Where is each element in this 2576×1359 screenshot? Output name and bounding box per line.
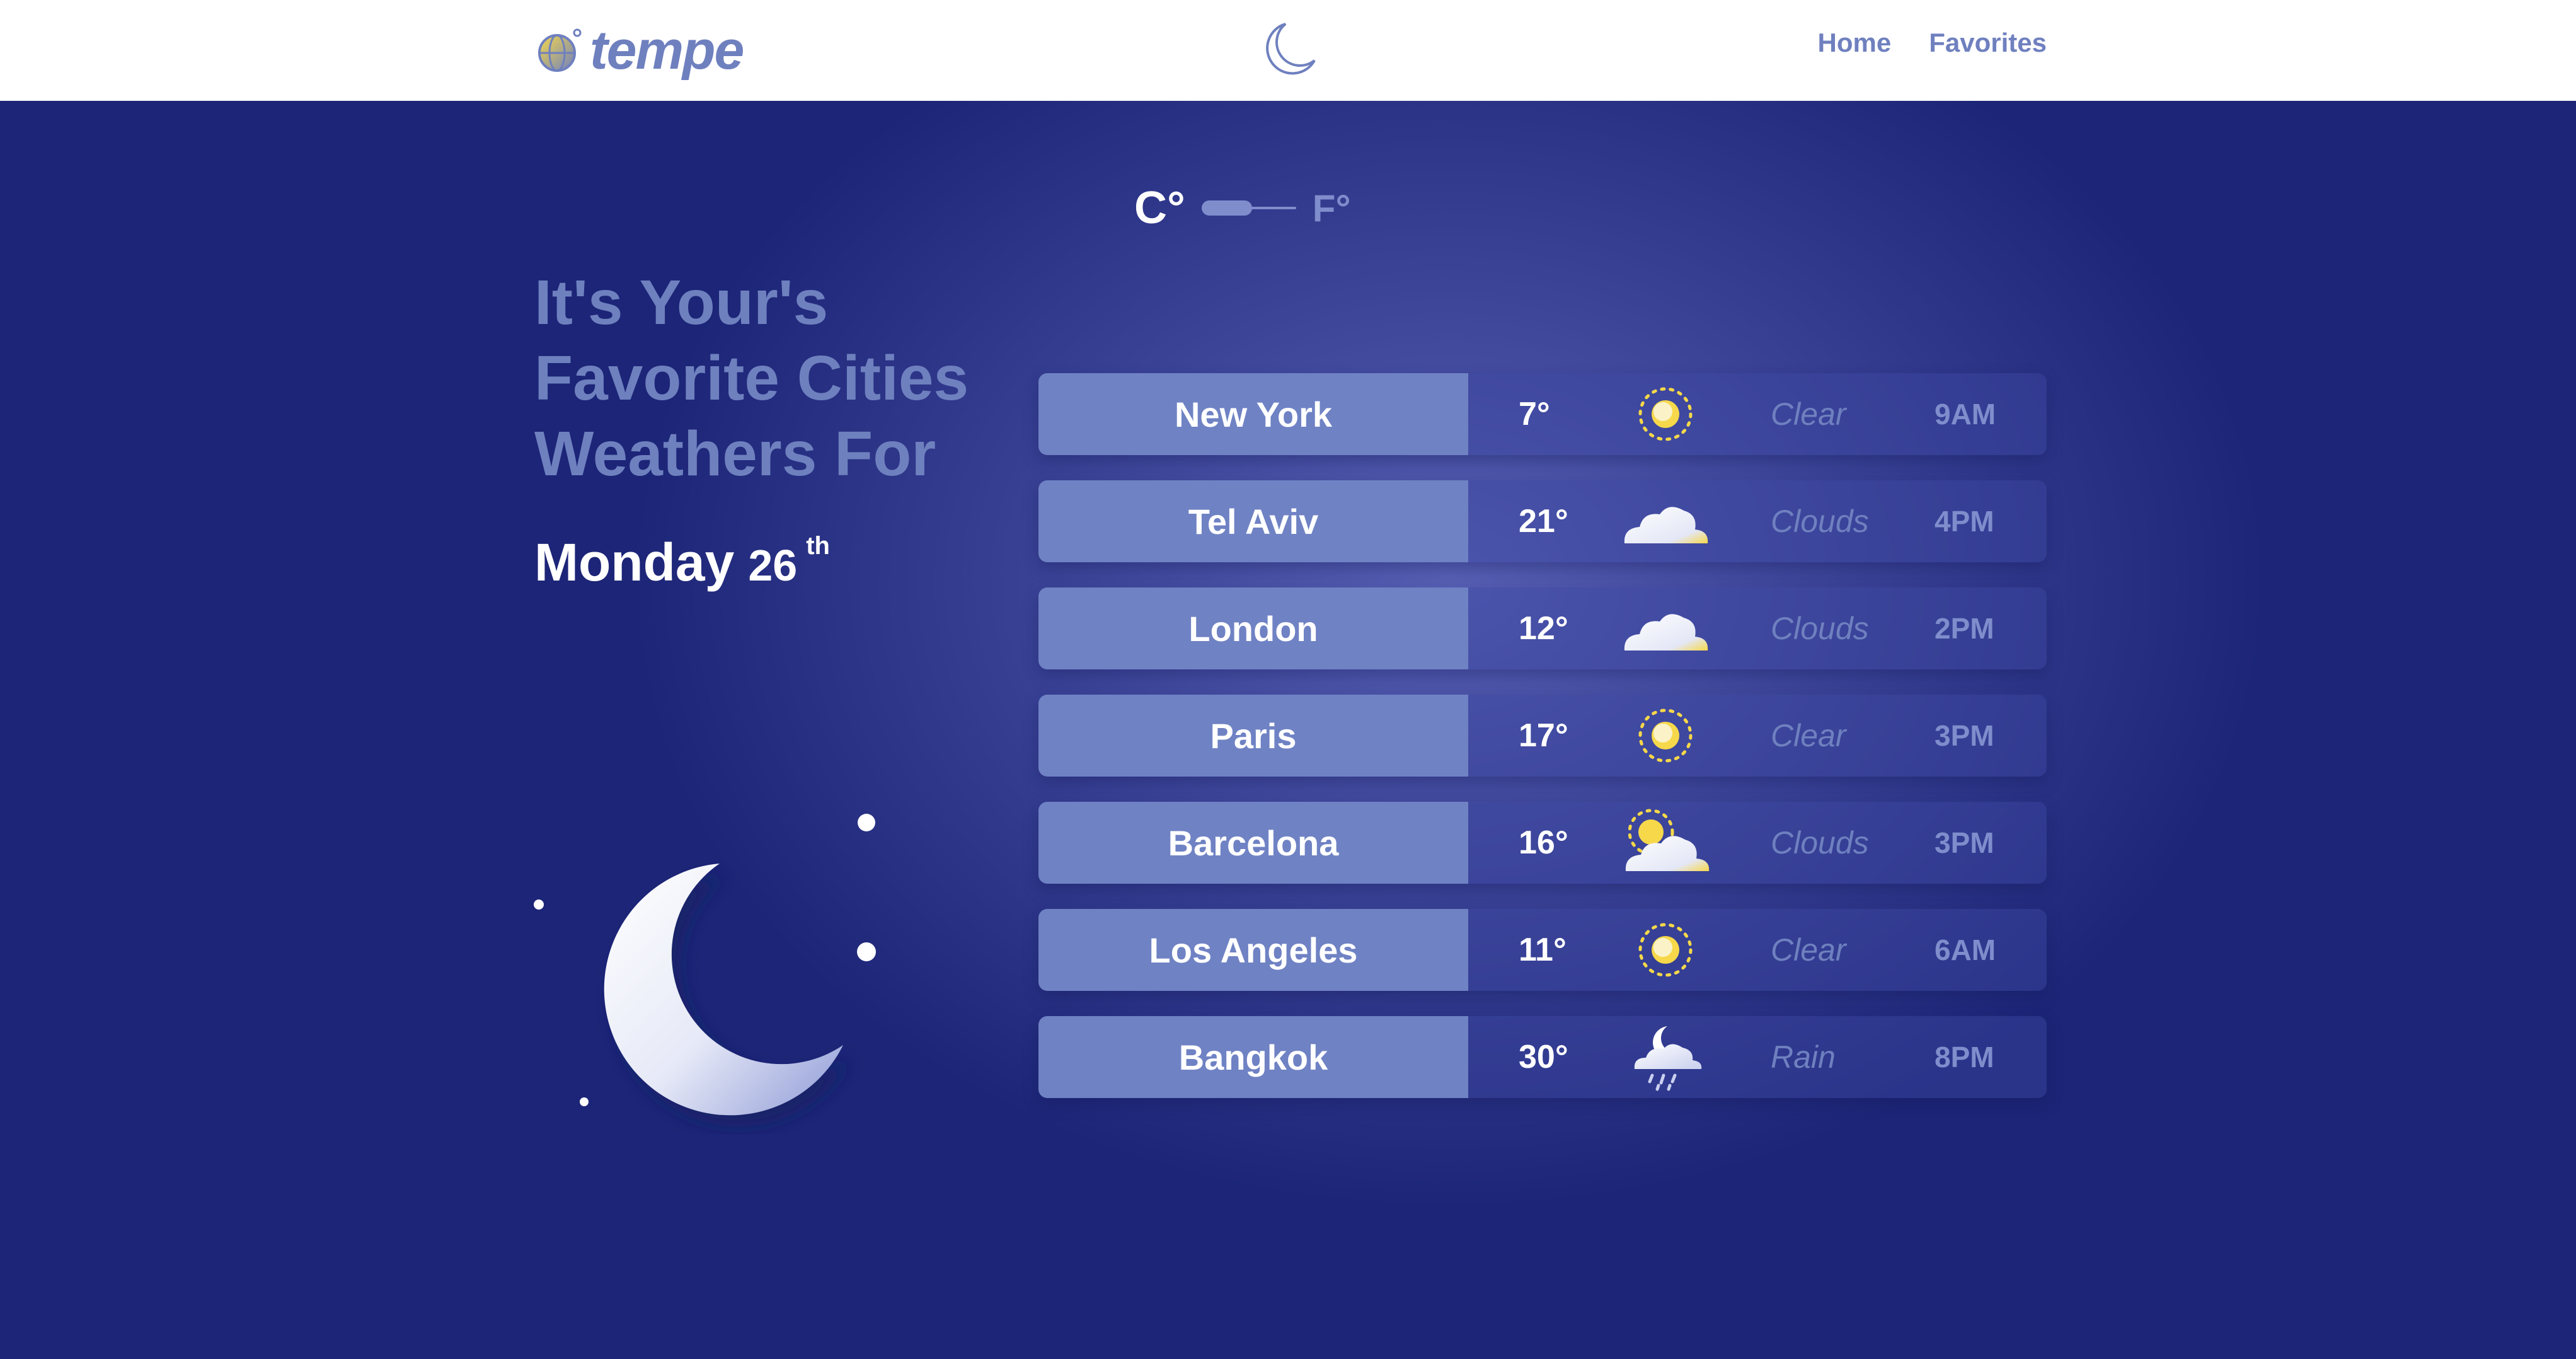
- city-row-tel-aviv: Tel Aviv 21° Clouds 4PM: [1038, 480, 2047, 562]
- sun-icon: [1638, 387, 1693, 441]
- sun-cloud-icon: [1625, 809, 1710, 871]
- sun-icon: [1638, 708, 1693, 763]
- crescent-moon-illustration: [534, 814, 876, 1116]
- city-button[interactable]: Los Angeles: [1038, 909, 1468, 991]
- main-content: It's Your's Favorite Cities Weathers For…: [0, 101, 2576, 1359]
- forecast-time: 8PM: [1935, 1041, 1994, 1073]
- city-button[interactable]: London: [1038, 587, 1468, 669]
- forecast-time: 9AM: [1935, 398, 1996, 431]
- logo[interactable]: tempe: [537, 20, 744, 81]
- forecast-time: 4PM: [1935, 505, 1994, 538]
- city-row-los-angeles: Los Angeles 11° Clear 6AM: [1038, 909, 2047, 991]
- city-row-paris: Paris 17° Clear 3PM: [1038, 695, 2047, 777]
- city-temperature: 16°: [1519, 824, 1568, 861]
- cloud-icon: [1624, 614, 1708, 651]
- city-row-london: London 12° Clouds 2PM: [1038, 587, 2047, 669]
- date-day: Monday: [534, 533, 735, 592]
- forecast-time: 2PM: [1935, 612, 1994, 645]
- unit-toggle[interactable]: C° F°: [1134, 176, 1350, 240]
- city-weather-list: New York 7° Clear 9AM Tel Aviv 21° Cloud…: [1038, 373, 2047, 1123]
- date-suffix: th: [806, 532, 830, 560]
- switch-knob[interactable]: [1201, 200, 1252, 216]
- city-temperature: 17°: [1519, 717, 1568, 754]
- current-date: Monday 26 th: [534, 532, 830, 592]
- city-button[interactable]: New York: [1038, 373, 1468, 455]
- weather-condition: Clouds: [1771, 611, 1869, 646]
- city-button[interactable]: Bangkok: [1038, 1016, 1468, 1098]
- weather-condition: Clouds: [1771, 504, 1869, 539]
- unit-switch[interactable]: [1201, 199, 1296, 217]
- city-button[interactable]: Paris: [1038, 695, 1468, 777]
- moon-icon[interactable]: [1260, 21, 1317, 78]
- globe-icon: [538, 28, 582, 72]
- nav-link-home[interactable]: Home: [1818, 28, 1892, 58]
- page-headline: It's Your's Favorite Cities Weathers For: [534, 267, 969, 489]
- city-temperature: 21°: [1519, 503, 1568, 540]
- moon-rain-icon: [1634, 1026, 1702, 1091]
- weather-condition: Clear: [1771, 932, 1846, 968]
- sun-icon: [1638, 923, 1693, 977]
- nav-link-favorites[interactable]: Favorites: [1929, 28, 2047, 58]
- logo-text: tempe: [590, 20, 744, 81]
- city-temperature: 7°: [1519, 396, 1550, 432]
- fahrenheit-label[interactable]: F°: [1313, 187, 1351, 230]
- forecast-time: 3PM: [1935, 719, 1994, 752]
- city-row-bangkok: Bangkok 30° Rain 8PM: [1038, 1016, 2047, 1098]
- date-number: 26: [748, 541, 798, 590]
- weather-condition: Clouds: [1771, 825, 1869, 860]
- weather-condition: Clear: [1771, 396, 1846, 432]
- city-row-new-york: New York 7° Clear 9AM: [1038, 373, 2047, 455]
- cloud-icon: [1624, 507, 1708, 543]
- city-temperature: 30°: [1519, 1039, 1568, 1075]
- celsius-label[interactable]: C°: [1134, 182, 1185, 234]
- city-temperature: 11°: [1519, 932, 1567, 968]
- city-row-barcelona: Barcelona 16° Clouds 3PM: [1038, 802, 2047, 884]
- navbar: tempe Home Favorites: [0, 0, 2576, 101]
- city-button[interactable]: Barcelona: [1038, 802, 1468, 884]
- weather-condition: Rain: [1771, 1039, 1836, 1075]
- weather-condition: Clear: [1771, 718, 1846, 753]
- city-button[interactable]: Tel Aviv: [1038, 480, 1468, 562]
- forecast-time: 3PM: [1935, 826, 1994, 859]
- city-temperature: 12°: [1519, 610, 1568, 647]
- nav-links: Home Favorites: [1818, 28, 2047, 58]
- forecast-time: 6AM: [1935, 934, 1996, 966]
